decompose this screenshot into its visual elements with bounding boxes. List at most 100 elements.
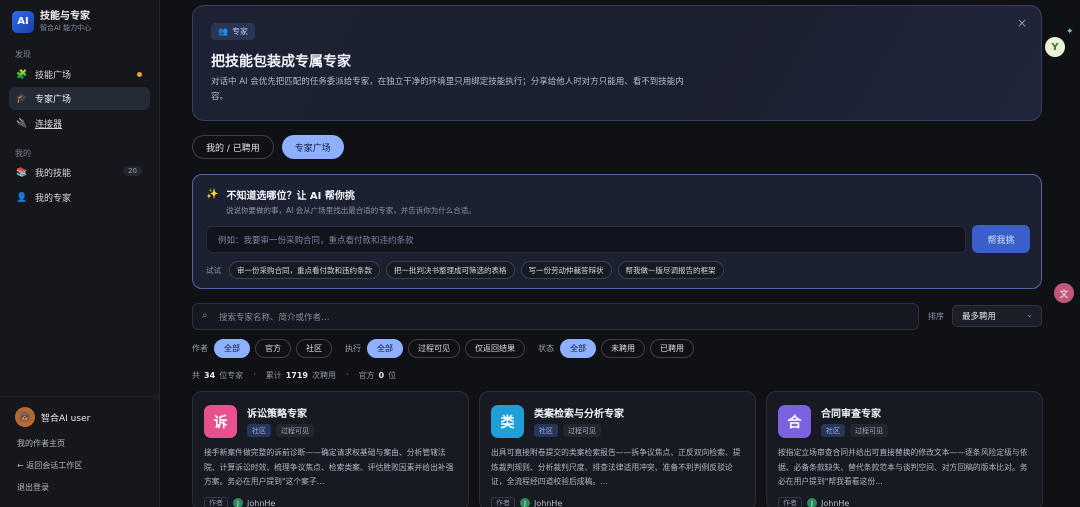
brand-logo: AI [12,10,34,33]
expert-card[interactable]: 类 类案检索与分析专家 社区 过程可见 出具可直接附卷提交的类案检索报告——拆争… [479,391,756,507]
expert-card[interactable]: 诉 诉讼策略专家 社区 过程可见 接手新案件做完整的诉前诊断——确定请求权基础与… [192,391,469,507]
connector-icon: 🔌 [16,118,28,129]
skill-count-badge: 20 [123,166,142,176]
sidebar-item-my-skills[interactable]: 📚 我的技能 20 [9,161,150,184]
expert-card[interactable]: 合 合同审查专家 社区 过程可见 按指定立场审查合同并给出可直接替换的修改文本—… [766,391,1043,507]
helper-title: 不知道选哪位？让 AI 帮你挑 [226,191,355,202]
stats-official: 0 [378,371,385,380]
expert-title: 诉讼策略专家 [247,409,307,420]
filter-author-official[interactable]: 官方 [255,339,291,358]
suggestion-chip[interactable]: 把一批判决书整理成可筛选的表格 [386,261,515,279]
expert-description: 出具可直接附卷提交的类案检索报告——拆争议焦点、正反双向检索、提炼裁判规则、分析… [491,448,741,486]
author-name: JohnHe [247,498,276,507]
expert-avatar-icon: 合 [778,405,811,438]
section-label-discover: 发现 [15,50,31,59]
author-name: JohnHe [821,498,850,507]
expert-badge: 👥 专家 [211,23,255,40]
author-avatar: J [807,498,817,507]
translate-float-icon[interactable]: 文 [1054,283,1074,303]
filter-author-community[interactable]: 社区 [296,339,332,358]
tag-process-visible: 过程可见 [276,424,314,437]
pick-for-me-button[interactable]: 帮我挑 [972,225,1030,253]
banner-title: 把技能包装成专属专家 [211,54,351,70]
author-label: 作者 [491,497,515,507]
sidebar-item-connector[interactable]: 🔌 连接器 [9,112,150,135]
banner-description: 对话中 AI 会优先把匹配的任务委派给专家，在独立干净的环境里只用绑定技能执行；… [211,77,684,102]
suggestion-chip[interactable]: 帮我做一版尽调报告的框架 [617,261,724,279]
expert-author: 作者 J JohnHe [204,497,275,507]
suggestion-chip[interactable]: 审一份采购合同，重点看付款和违约条款 [229,261,380,279]
author-home-link[interactable]: 我的作者主页 [17,438,65,449]
main-content: 👥 专家 × 把技能包装成专属专家 对话中 AI 会优先把匹配的任务委派给专家，… [160,0,1080,507]
suggestion-chip[interactable]: 写一份劳动仲裁答辩状 [520,261,612,279]
back-to-workspace-link[interactable]: ← 返回会话工作区 [17,460,82,471]
author-label: 作者 [204,497,228,507]
sidebar-item-label: 我的专家 [35,194,72,204]
filter-status-all[interactable]: 全部 [560,339,596,358]
author-name: JohnHe [534,498,563,507]
brand[interactable]: AI 技能与专家 智合AI 能力中心 [12,10,91,33]
expert-author: 作者 J JohnHe [491,497,562,507]
graduation-cap-icon: 🎓 [16,93,28,104]
sidebar-item-expert-plaza[interactable]: 🎓 专家广场 [9,87,150,110]
assistant-float-icon[interactable]: Y [1045,37,1065,57]
sidebar-item-label: 专家广场 [35,95,72,105]
person-icon: 👤 [16,192,28,203]
filter-status-unhired[interactable]: 未聘用 [601,339,645,358]
tab-mine-hired[interactable]: 我的 / 已聘用 [192,135,274,159]
tag-process-visible: 过程可见 [563,424,601,437]
expert-badge-label: 专家 [231,27,248,36]
sidebar-item-my-experts[interactable]: 👤 我的专家 [9,186,150,209]
expert-avatar-icon: 类 [491,405,524,438]
tag-community: 社区 [821,424,845,437]
close-icon[interactable]: × [1017,16,1027,30]
filter-status-hired[interactable]: 已聘用 [650,339,694,358]
sparkle-icon: ✦ [1066,27,1074,37]
expert-description: 按指定立场审查合同并给出可直接替换的修改文本——逐条风险定级与依据、必备条款缺失… [778,448,1028,486]
sort-select[interactable]: 最多聘用 ⌄ [952,305,1042,327]
helper-subtitle: 说说你要做的事，AI 会从广场里找出最合适的专家，并告诉你为什么合适。 [226,206,476,215]
stats-label: 共 [192,371,200,380]
books-icon: 📚 [16,167,28,178]
try-label: 试试 [206,266,221,275]
intro-banner: 👥 专家 × 把技能包装成专属专家 对话中 AI 会优先把匹配的任务委派给专家，… [192,5,1042,121]
filter-label-exec: 执行 [345,344,361,353]
filter-label-status: 状态 [538,344,554,353]
brand-subtitle: 智合AI 能力中心 [40,24,92,32]
helper-title-row: ✨ 不知道选哪位？让 AI 帮你挑 [206,187,355,202]
task-description-input[interactable]: 例如：我要审一份采购合同，重点看付款和违约条款 [206,226,966,253]
stats-total: 34 [204,371,216,380]
notification-dot [137,72,142,77]
chevron-down-icon: ⌄ [1026,310,1033,319]
user-profile[interactable]: 🐻 智合AI user [15,407,90,427]
sort-value: 最多聘用 [962,312,997,322]
filter-exec-visible[interactable]: 过程可见 [408,339,460,358]
sort-label: 排序 [928,312,944,321]
ai-picker-panel: ✨ 不知道选哪位？让 AI 帮你挑 说说你要做的事，AI 会从广场里找出最合适的… [192,174,1042,289]
puzzle-icon: 🧩 [16,69,28,80]
author-label: 作者 [778,497,802,507]
author-avatar: J [233,498,243,507]
filter-exec-result-only[interactable]: 仅返回结果 [465,339,525,358]
view-tabs: 我的 / 已聘用 专家广场 [192,135,352,159]
tag-community: 社区 [534,424,558,437]
expert-description: 接手新案件做完整的诉前诊断——确定请求权基础与案由、分析管辖法院、计算诉讼时效、… [204,448,454,486]
expert-title: 合同审查专家 [821,409,881,420]
expert-avatar-icon: 诉 [204,405,237,438]
tab-expert-plaza[interactable]: 专家广场 [281,135,344,159]
people-icon: 👥 [218,27,228,36]
filter-exec-all[interactable]: 全部 [367,339,403,358]
expert-search-input[interactable]: ⌕ 搜索专家名称、简介或作者… [192,303,919,330]
filter-author-all[interactable]: 全部 [214,339,250,358]
stats-label: 次聘用 [311,371,336,380]
tag-process-visible: 过程可见 [850,424,888,437]
user-name: 智合AI user [41,413,91,424]
stats-label: 位专家 [219,371,244,380]
stats-hires: 1719 [285,371,308,380]
sidebar-item-label: 连接器 [35,120,63,130]
logout-link[interactable]: 退出登录 [17,482,49,493]
sidebar: AI 技能与专家 智合AI 能力中心 发现 🧩 技能广场 🎓 专家广场 🔌 连接… [0,0,160,507]
author-avatar: J [520,498,530,507]
sidebar-item-skill-plaza[interactable]: 🧩 技能广场 [9,63,150,86]
suggestion-chips: 审一份采购合同，重点看付款和违约条款 把一批判决书整理成可筛选的表格 写一份劳动… [229,261,730,279]
